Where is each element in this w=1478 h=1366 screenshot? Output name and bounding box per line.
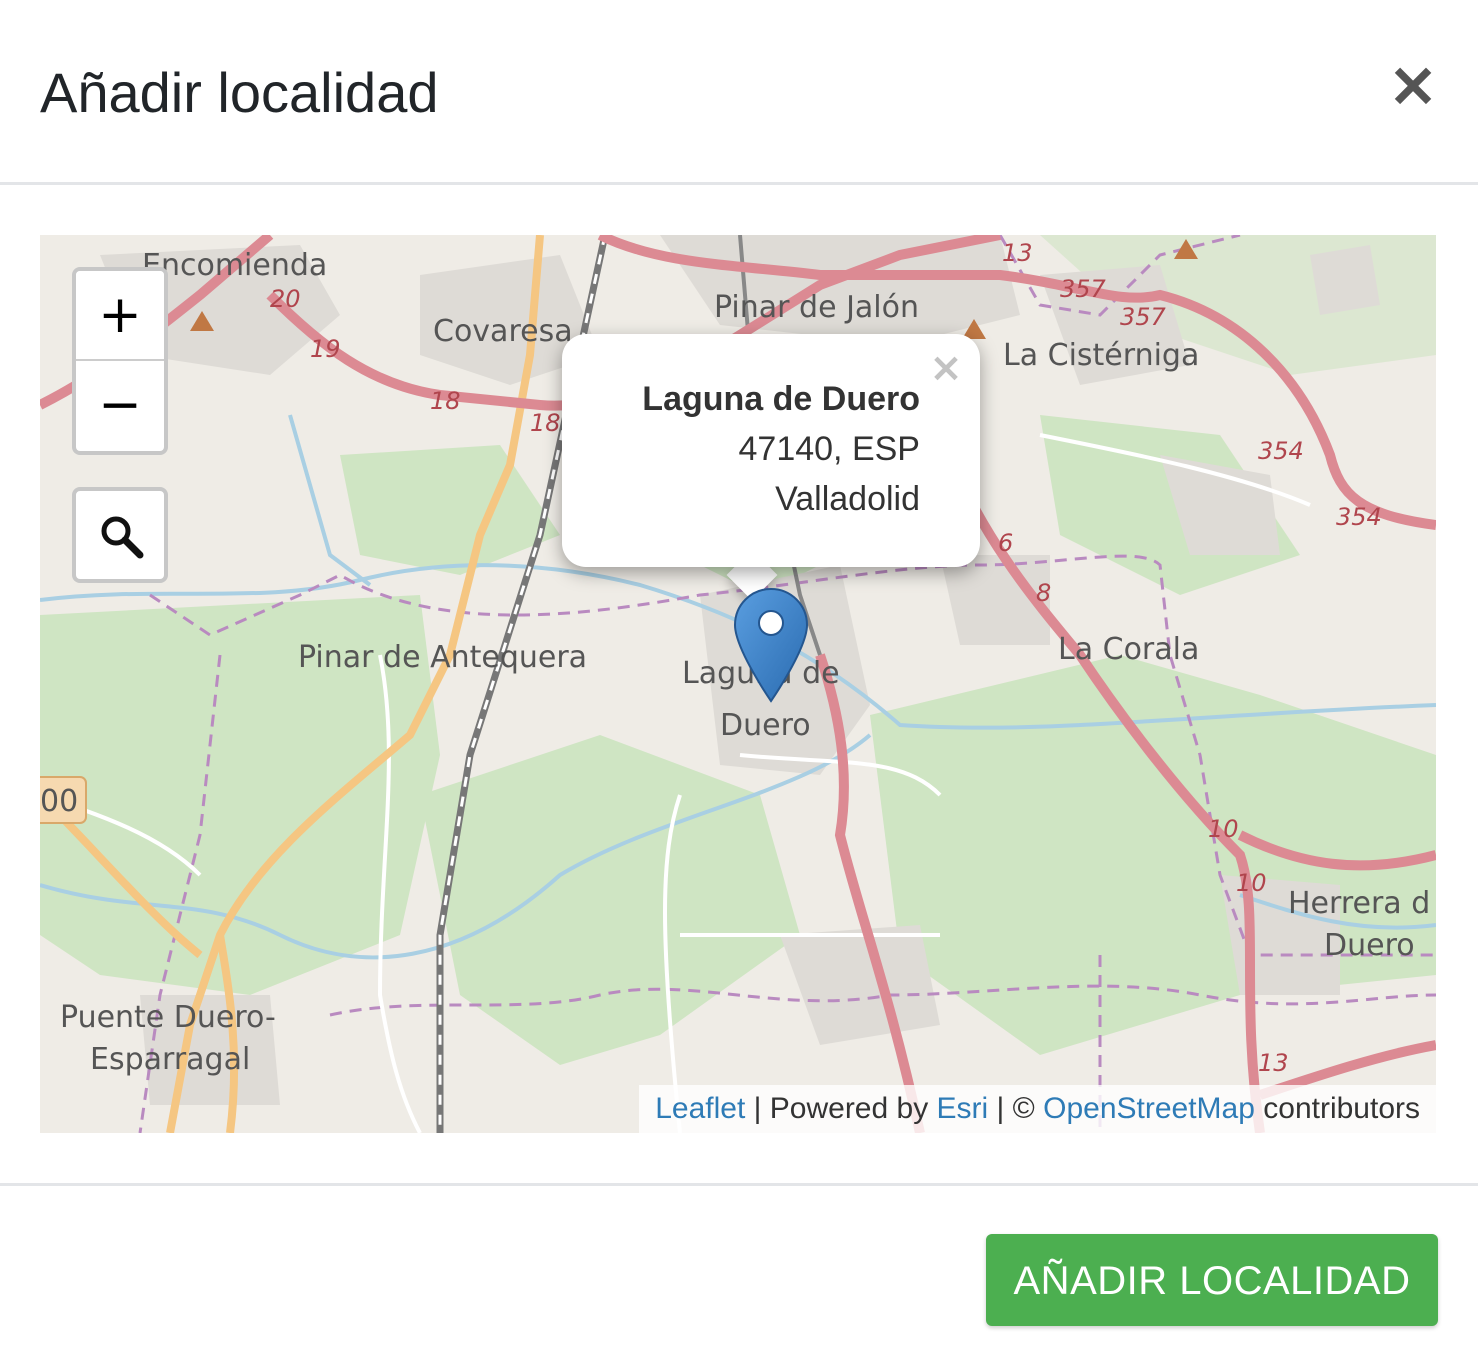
zoom-control: + −	[72, 267, 168, 455]
label-pinar-jalon: Pinar de Jalón	[714, 290, 919, 325]
location-popup: × Laguna de Duero 47140, ESP Valladolid	[562, 334, 980, 567]
svg-text:10: 10	[1236, 869, 1267, 897]
attribution-sep-1: | Powered by	[745, 1092, 937, 1125]
popup-close-icon[interactable]: ×	[928, 348, 964, 388]
svg-text:10: 10	[1208, 815, 1239, 843]
popup-place-name: Laguna de Duero	[642, 380, 920, 418]
label-la-cisterniga: La Cistérniga	[1003, 338, 1199, 373]
label-laguna-2: Duero	[720, 708, 811, 743]
attribution-sep-2: | ©	[988, 1092, 1044, 1125]
esri-link[interactable]: Esri	[937, 1092, 989, 1125]
svg-text:13: 13	[1002, 239, 1033, 267]
attribution-suffix: contributors	[1254, 1092, 1420, 1125]
modal-title: Añadir localidad	[40, 61, 439, 124]
map-view[interactable]: Encomienda Covaresa Pinar de Jalón La Ci…	[40, 235, 1436, 1133]
osm-link[interactable]: OpenStreetMap	[1043, 1092, 1255, 1125]
zoom-in-button[interactable]: +	[76, 271, 164, 361]
map-search-button[interactable]	[72, 487, 168, 583]
svg-text:18: 18	[530, 409, 561, 437]
label-covaresa: Covaresa	[433, 314, 573, 349]
modal-header: Añadir localidad ✕	[0, 0, 1478, 183]
road-shield: 00	[40, 776, 87, 824]
label-herrera-1: Herrera d	[1288, 886, 1430, 921]
label-pinar-antequera: Pinar de Antequera	[298, 640, 587, 675]
svg-text:20: 20	[270, 285, 301, 313]
popup-province: Valladolid	[775, 480, 920, 518]
label-encomienda: Encomienda	[142, 248, 327, 283]
search-icon	[101, 516, 144, 559]
footer-divider	[0, 1183, 1478, 1186]
label-puente-2: Esparragal	[90, 1042, 250, 1077]
zoom-out-button[interactable]: −	[76, 361, 164, 449]
label-herrera-2: Duero	[1324, 928, 1415, 963]
leaflet-link[interactable]: Leaflet	[655, 1092, 745, 1125]
popup-postal-country: 47140, ESP	[738, 430, 920, 468]
svg-text:19: 19	[310, 335, 341, 363]
label-la-corala: La Corala	[1058, 632, 1199, 667]
svg-text:357: 357	[1060, 275, 1107, 303]
map-attribution: Leaflet | Powered by Esri | © OpenStreet…	[639, 1085, 1436, 1133]
header-divider	[0, 182, 1478, 185]
label-puente-1: Puente Duero-	[60, 1000, 276, 1035]
svg-text:8: 8	[1036, 579, 1051, 607]
svg-text:18: 18	[430, 387, 461, 415]
close-icon[interactable]: ✕	[1388, 59, 1438, 117]
svg-text:354: 354	[1258, 437, 1304, 465]
svg-text:6: 6	[998, 529, 1013, 557]
svg-text:13: 13	[1258, 1049, 1289, 1077]
shield-label: 00	[40, 784, 78, 819]
add-location-button[interactable]: AÑADIR LOCALIDAD	[986, 1234, 1438, 1326]
svg-text:354: 354	[1336, 503, 1382, 531]
svg-text:357: 357	[1120, 303, 1167, 331]
map-marker-icon[interactable]	[733, 587, 809, 703]
